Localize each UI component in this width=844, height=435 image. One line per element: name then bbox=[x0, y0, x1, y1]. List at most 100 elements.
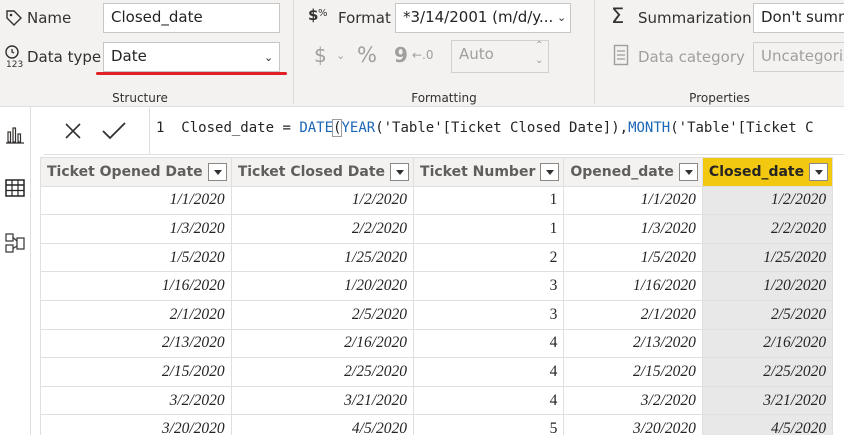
model-view-icon[interactable] bbox=[3, 231, 27, 255]
table-cell[interactable]: 4/5/2020 bbox=[701, 414, 834, 435]
formula-buttons bbox=[44, 108, 150, 155]
filter-dropdown-icon[interactable] bbox=[540, 163, 560, 181]
column-header[interactable]: Opened_date bbox=[563, 157, 703, 187]
left-nav bbox=[0, 107, 31, 435]
table-cell[interactable]: 3/2/2020 bbox=[563, 385, 703, 416]
table-cell[interactable]: 2/1/2020 bbox=[40, 299, 232, 330]
table-cell[interactable]: 1/25/2020 bbox=[230, 242, 415, 273]
percent-icon[interactable]: % bbox=[357, 43, 377, 67]
table-cell[interactable]: 2/13/2020 bbox=[563, 328, 703, 359]
table-cell[interactable]: 1/25/2020 bbox=[701, 242, 834, 273]
table-cell[interactable]: 1/3/2020 bbox=[563, 214, 703, 244]
table-cell[interactable]: 1/1/2020 bbox=[40, 185, 232, 216]
table-cell[interactable]: 1/16/2020 bbox=[40, 271, 232, 301]
formula-arg-2: ('Table'[Ticket C bbox=[670, 120, 814, 136]
filter-dropdown-icon[interactable] bbox=[809, 163, 829, 181]
filter-dropdown-icon[interactable] bbox=[207, 163, 227, 181]
table-cell[interactable]: 1 bbox=[413, 185, 565, 216]
table-cell[interactable]: 2/5/2020 bbox=[701, 299, 834, 330]
table-cell[interactable]: 3/20/2020 bbox=[563, 414, 703, 435]
table-cell[interactable]: 2 bbox=[413, 242, 565, 273]
chevron-down-icon: ⌄ bbox=[336, 49, 346, 62]
table-cell[interactable]: 1/2/2020 bbox=[701, 185, 834, 216]
filter-dropdown-icon[interactable] bbox=[678, 163, 698, 181]
table-cell[interactable]: 5 bbox=[413, 414, 565, 435]
formula-input[interactable]: 1 Closed_date = DATE(YEAR('Table'[Ticket… bbox=[156, 119, 814, 137]
table-cell[interactable]: 1 bbox=[413, 214, 565, 244]
currency-icon[interactable]: $ bbox=[314, 43, 327, 67]
column-header[interactable]: Ticket Number bbox=[413, 157, 565, 187]
formula-bar: 1 Closed_date = DATE(YEAR('Table'[Ticket… bbox=[44, 108, 844, 155]
chevron-down-icon: ⌄ bbox=[264, 51, 274, 64]
column-header[interactable]: Ticket Opened Date bbox=[40, 157, 232, 187]
table-cell[interactable]: 4 bbox=[413, 357, 565, 387]
formula-line-number: 1 bbox=[156, 120, 165, 136]
svg-text:123: 123 bbox=[6, 60, 23, 68]
table-row: 2/1/2020 2/5/2020 3 2/1/2020 2/5/2020 bbox=[40, 299, 834, 330]
datatype-highlight-underline bbox=[96, 72, 287, 75]
table-cell[interactable]: 1/20/2020 bbox=[230, 271, 415, 301]
table-cell[interactable]: 1/16/2020 bbox=[563, 271, 703, 301]
table-cell[interactable]: 1/3/2020 bbox=[40, 214, 232, 244]
format-select[interactable]: *3/14/2001 (m/d/y... bbox=[395, 3, 571, 33]
table-cell[interactable]: 2/15/2020 bbox=[40, 357, 232, 387]
decimal-icon[interactable]: ←.0 bbox=[412, 48, 434, 62]
table-cell[interactable]: 1/2/2020 bbox=[230, 185, 415, 216]
table-cell[interactable]: 2/16/2020 bbox=[230, 328, 415, 359]
table-cell[interactable]: 2/1/2020 bbox=[563, 299, 703, 330]
column-header-selected[interactable]: Closed_date bbox=[701, 157, 834, 187]
column-header[interactable]: Ticket Closed Date bbox=[230, 157, 415, 187]
table-cell[interactable]: 3/21/2020 bbox=[230, 385, 415, 416]
table-header-row: Ticket Opened Date Ticket Closed Date Ti… bbox=[40, 157, 834, 187]
table-cell[interactable]: 1/5/2020 bbox=[40, 242, 232, 273]
datatype-select[interactable]: Date bbox=[103, 42, 280, 72]
properties-group: Σ Summarization Don't summ Data category… bbox=[595, 0, 844, 107]
properties-group-label: Properties bbox=[689, 91, 750, 105]
summarization-select[interactable]: Don't summ bbox=[753, 3, 844, 33]
table-cell[interactable]: 2/2/2020 bbox=[230, 214, 415, 244]
table-cell[interactable]: 4/5/2020 bbox=[230, 414, 415, 435]
table-cell[interactable]: 2/16/2020 bbox=[701, 328, 834, 359]
table-cell[interactable]: 2/25/2020 bbox=[701, 357, 834, 387]
table-cell[interactable]: 1/20/2020 bbox=[701, 271, 834, 301]
comma-icon[interactable]: 9 bbox=[394, 43, 408, 67]
formatting-group-label: Formatting bbox=[411, 91, 477, 105]
table-cell[interactable]: 2/25/2020 bbox=[230, 357, 415, 387]
table-cell[interactable]: 3 bbox=[413, 299, 565, 330]
datacategory-label: Data category bbox=[638, 48, 745, 66]
format-icon: $ % bbox=[308, 6, 328, 24]
table-cell[interactable]: 2/15/2020 bbox=[563, 357, 703, 387]
table-cell[interactable]: 3/21/2020 bbox=[701, 385, 834, 416]
chevron-up-icon[interactable]: ⌃ bbox=[535, 40, 543, 51]
table-cell[interactable]: 1/5/2020 bbox=[563, 242, 703, 273]
data-table: Ticket Opened Date Ticket Closed Date Ti… bbox=[40, 157, 834, 435]
table-cell[interactable]: 4 bbox=[413, 328, 565, 359]
table-cell[interactable]: 1/1/2020 bbox=[563, 185, 703, 216]
report-view-icon[interactable] bbox=[3, 123, 27, 147]
table-cell[interactable]: 3 bbox=[413, 271, 565, 301]
formula-prefix: Closed_date = bbox=[181, 120, 300, 136]
table-cell[interactable]: 3/2/2020 bbox=[40, 385, 232, 416]
table-cell[interactable]: 2/5/2020 bbox=[230, 299, 415, 330]
check-icon[interactable] bbox=[99, 117, 129, 145]
data-view-icon[interactable] bbox=[3, 176, 27, 200]
table-body: 1/1/2020 1/2/2020 1 1/1/2020 1/2/2020 1/3/202… bbox=[40, 185, 834, 435]
table-row: 1/1/2020 1/2/2020 1 1/1/2020 1/2/2020 bbox=[40, 185, 834, 216]
datacategory-select[interactable]: Uncategoriz bbox=[753, 42, 844, 72]
chevron-down-icon[interactable]: ⌄ bbox=[535, 55, 543, 66]
name-input[interactable]: Closed_date bbox=[103, 3, 280, 33]
table-row: 2/13/2020 2/16/2020 4 2/13/2020 2/16/2020 bbox=[40, 328, 834, 359]
formatting-group: $ % Format *3/14/2001 (m/d/y... ⌄ $ ⌄ % … bbox=[294, 0, 594, 107]
table-cell[interactable]: 2/2/2020 bbox=[701, 214, 834, 244]
table-cell[interactable]: 2/13/2020 bbox=[40, 328, 232, 359]
table-row: 2/15/2020 2/25/2020 4 2/15/2020 2/25/2020 bbox=[40, 357, 834, 387]
format-label: Format bbox=[338, 9, 391, 27]
table-cell[interactable]: 4 bbox=[413, 385, 565, 416]
table-row: 3/2/2020 3/21/2020 4 3/2/2020 3/21/2020 bbox=[40, 385, 834, 416]
formula-fn-month: MONTH bbox=[628, 120, 671, 136]
filter-dropdown-icon[interactable] bbox=[390, 163, 410, 181]
data-category-icon bbox=[613, 44, 629, 66]
name-label: Name bbox=[27, 9, 72, 27]
close-icon[interactable] bbox=[58, 117, 88, 145]
table-cell[interactable]: 3/20/2020 bbox=[40, 414, 232, 435]
